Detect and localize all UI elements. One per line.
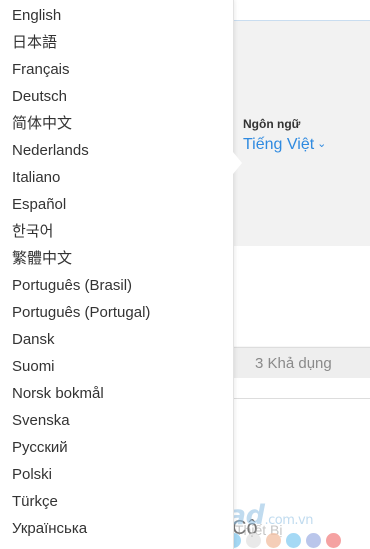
language-option[interactable]: Deutsch (12, 83, 67, 110)
chevron-down-icon: ⌄ (317, 138, 327, 150)
language-option[interactable]: 한국어 (12, 218, 53, 245)
language-option[interactable]: Italiano (12, 164, 60, 191)
language-option[interactable]: Suomi (12, 353, 55, 380)
language-option[interactable]: 日本語 (12, 29, 57, 56)
language-option[interactable]: 简体中文 (12, 110, 72, 137)
language-option[interactable]: English (12, 2, 61, 29)
language-option[interactable]: Español (12, 191, 66, 218)
language-selected-value: Tiếng Việt (243, 136, 315, 153)
watermark-dot (246, 533, 261, 548)
language-option[interactable]: Dansk (12, 326, 55, 353)
language-option[interactable]: Português (Portugal) (12, 299, 150, 326)
language-dropdown-menu: English 日本語 Français Deutsch 简体中文 Nederlands I… (0, 0, 234, 549)
watermark-dots (226, 533, 341, 548)
watermark-dot (326, 533, 341, 548)
language-option[interactable]: Русский (12, 434, 68, 461)
language-option[interactable]: Nederlands (12, 137, 89, 164)
language-label: Ngôn ngữ (243, 117, 301, 131)
watermark-dot (266, 533, 281, 548)
language-option[interactable]: Polski (12, 461, 52, 488)
language-option[interactable]: Norsk bokmål (12, 380, 104, 407)
dropdown-pointer (233, 152, 242, 174)
language-selector[interactable]: Tiếng Việt ⌄ (243, 136, 326, 154)
language-option[interactable]: Português (Brasil) (12, 272, 132, 299)
divider (220, 398, 370, 399)
watermark-dot (306, 533, 321, 548)
language-option[interactable]: 繁體中文 (12, 245, 72, 272)
language-option[interactable]: Türkçe (12, 488, 58, 515)
language-option[interactable]: Svenska (12, 407, 70, 434)
availability-text: 3 Khả dụng (255, 355, 332, 372)
language-option[interactable]: Українська (12, 515, 87, 542)
language-option[interactable]: Français (12, 56, 70, 83)
watermark-dot (286, 533, 301, 548)
